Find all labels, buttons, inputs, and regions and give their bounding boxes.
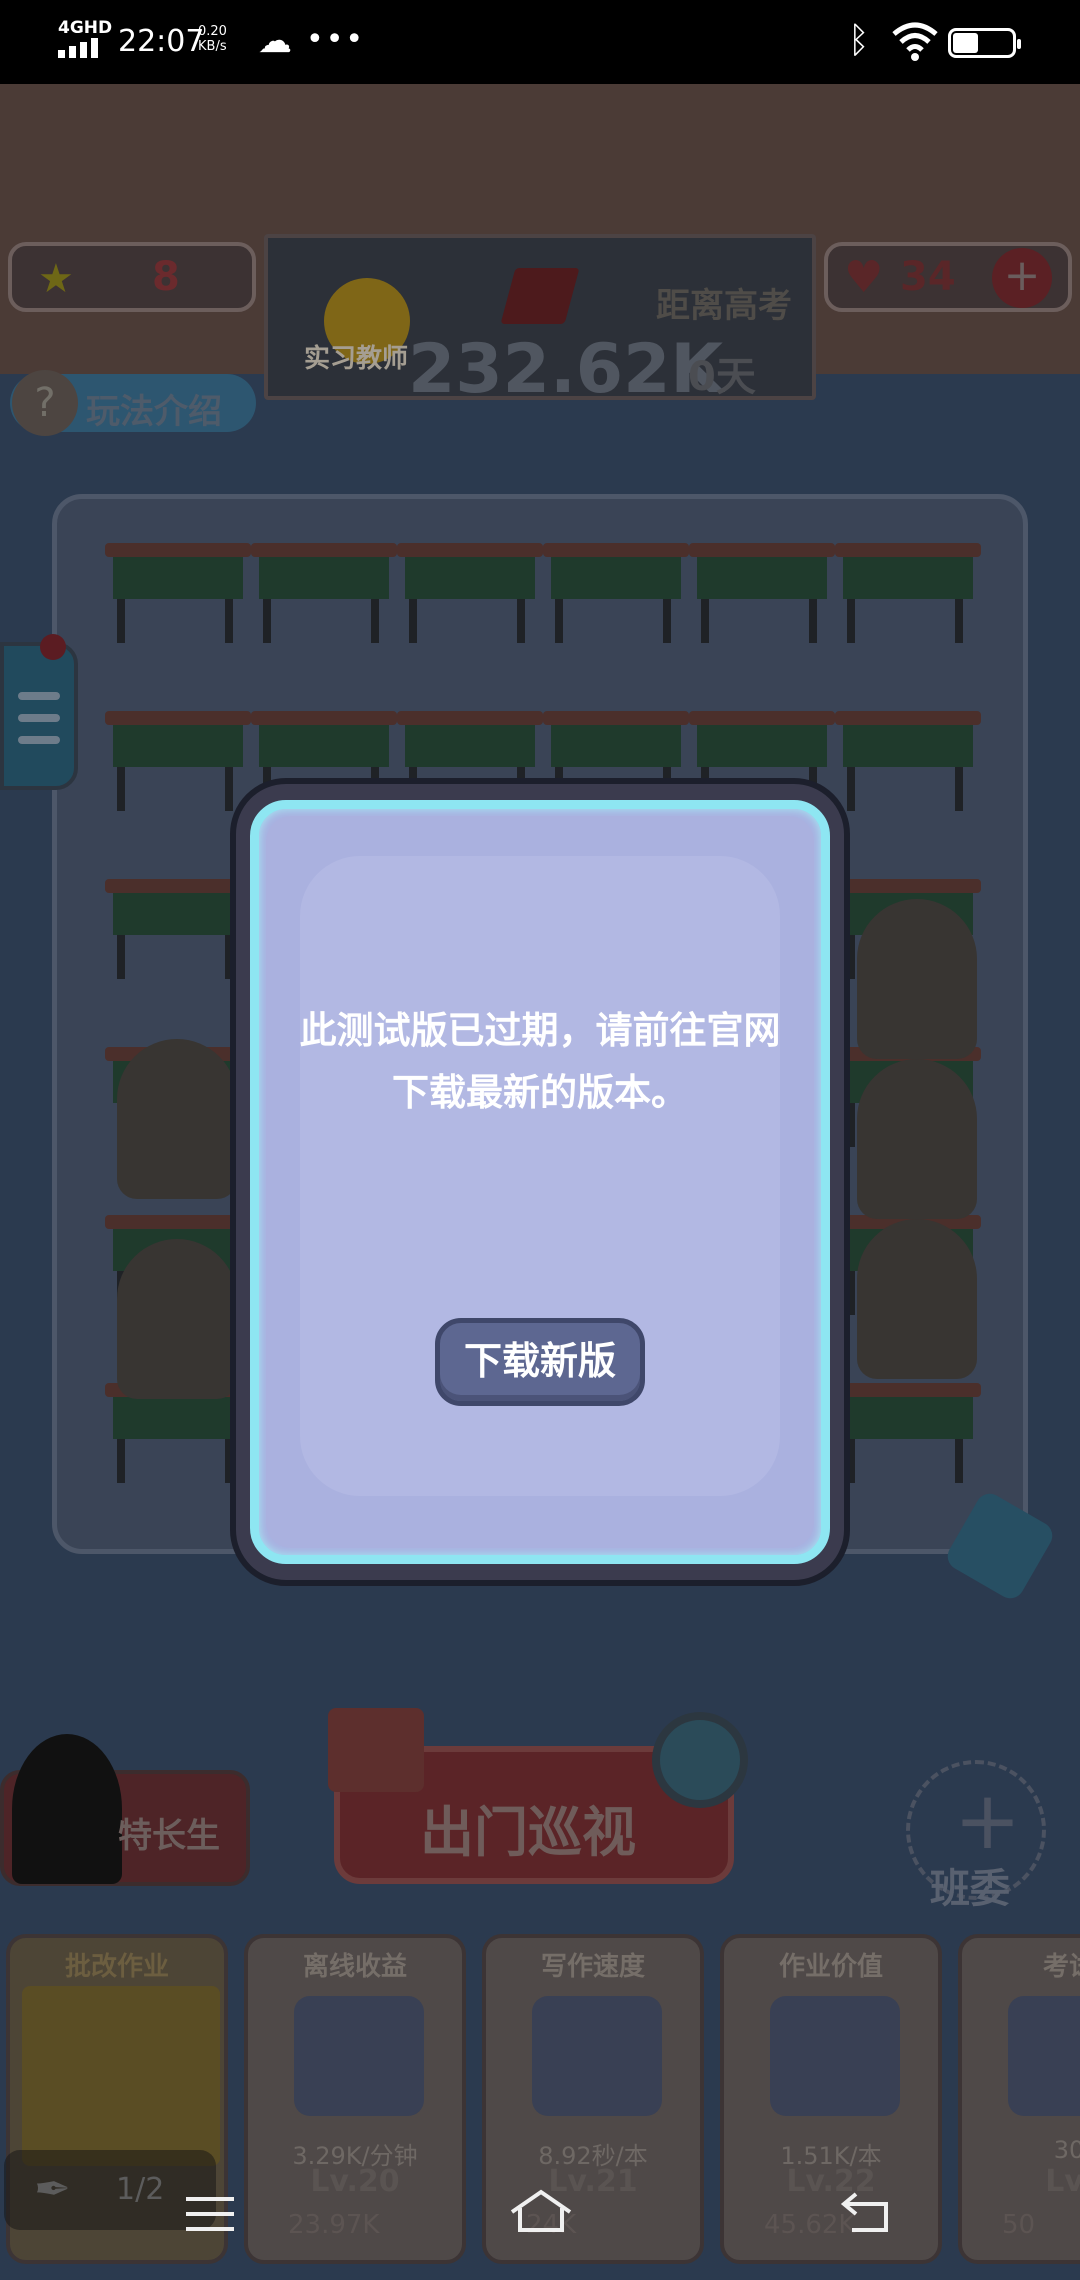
desk <box>543 543 689 643</box>
question-icon: ? <box>12 370 78 436</box>
card-title: 考试 <box>1042 1952 1080 1982</box>
heart-count: 34 <box>900 254 956 300</box>
shadow-student-icon <box>12 1734 122 1884</box>
heart-counter: ♥ 34 + <box>824 242 1072 312</box>
more-notifications-icon: ••• <box>306 22 366 57</box>
network-type: 4GHD <box>58 18 113 38</box>
card-title: 作业价值 <box>778 1952 883 1982</box>
exam-paper-icon <box>1008 1996 1080 2116</box>
desk <box>105 711 251 811</box>
rank-title: 实习教师 <box>304 344 409 374</box>
dialog-message: 此测试版已过期，请前往官网下载最新的版本。 <box>299 1009 781 1114</box>
plus-icon: + <box>954 1774 1022 1867</box>
star-count: 8 <box>152 254 180 300</box>
desk <box>835 711 981 811</box>
open-book-icon <box>770 1996 900 2116</box>
battery-icon: 53 <box>948 28 1021 58</box>
heart-icon: ♥ <box>844 252 884 303</box>
how-to-play-button[interactable]: ? 玩法介绍 <box>10 370 256 436</box>
side-menu-button[interactable] <box>0 634 78 790</box>
strong-arm-icon <box>532 1996 662 2116</box>
student-sprite[interactable] <box>117 1239 237 1399</box>
studying-student-icon <box>294 1996 424 2116</box>
speed-value: 0.20 <box>198 24 227 39</box>
patrol-label: 出门巡视 <box>420 1801 636 1864</box>
home-icon[interactable] <box>506 2188 572 2252</box>
desk <box>397 543 543 643</box>
speed-unit: KB/s <box>198 39 227 54</box>
back-icon[interactable] <box>836 2188 900 2252</box>
blackboard: 实习教师 232.62K 距离高考 0天 <box>264 234 816 409</box>
bluetooth-icon: ᛒ <box>848 20 870 61</box>
student-sprite[interactable] <box>117 1039 237 1199</box>
student-sprite[interactable] <box>857 899 977 1059</box>
special-student-button[interactable]: 特长生 <box>0 1734 250 1886</box>
countdown-label: 距离高考 <box>656 286 792 326</box>
download-new-version-button[interactable]: 下载新版 <box>435 1318 645 1406</box>
teacher-grading-icon <box>22 1986 220 2166</box>
committee-label: 班委 <box>930 1866 1010 1912</box>
network-speed: 0.20 KB/s <box>198 24 227 54</box>
desk <box>251 543 397 643</box>
wifi-icon <box>892 22 938 61</box>
desk <box>835 1383 981 1483</box>
money-amount: 232.62K <box>408 330 724 409</box>
system-nav-bar <box>0 2160 1080 2280</box>
magnifier-icon <box>652 1712 748 1808</box>
desk <box>689 543 835 643</box>
star-icon: ★ <box>38 256 74 302</box>
clock: 22:07 <box>118 24 205 59</box>
desk <box>835 543 981 643</box>
patrol-button[interactable]: 出门巡视 <box>328 1708 748 1884</box>
committee-button[interactable]: + 班委 <box>906 1760 1046 1912</box>
desk <box>105 543 251 643</box>
book-icon <box>500 268 580 324</box>
add-hearts-button[interactable]: + <box>992 248 1052 308</box>
battery-level: 53 <box>971 33 993 52</box>
expired-dialog <box>266 816 814 1548</box>
gift-icon <box>328 1708 424 1792</box>
star-counter: ★ 8 <box>8 242 256 312</box>
student-sprite[interactable] <box>857 1219 977 1379</box>
how-to-play-label: 玩法介绍 <box>86 392 222 432</box>
student-sprite[interactable] <box>857 1059 977 1219</box>
countdown-days: 0天 <box>688 354 756 400</box>
status-bar: 4GHD 22:07 0.20 KB/s ☁ ••• ᛒ 53 <box>0 0 1080 84</box>
menu-icon[interactable] <box>178 2188 242 2252</box>
card-title: 写作速度 <box>540 1952 645 1982</box>
card-title: 离线收益 <box>302 1952 407 1982</box>
card-title: 批改作业 <box>64 1952 169 1982</box>
weather-icon: ☁ <box>258 21 292 61</box>
notification-dot <box>40 634 66 660</box>
signal-icon <box>58 38 98 58</box>
special-student-label: 特长生 <box>118 1816 220 1856</box>
